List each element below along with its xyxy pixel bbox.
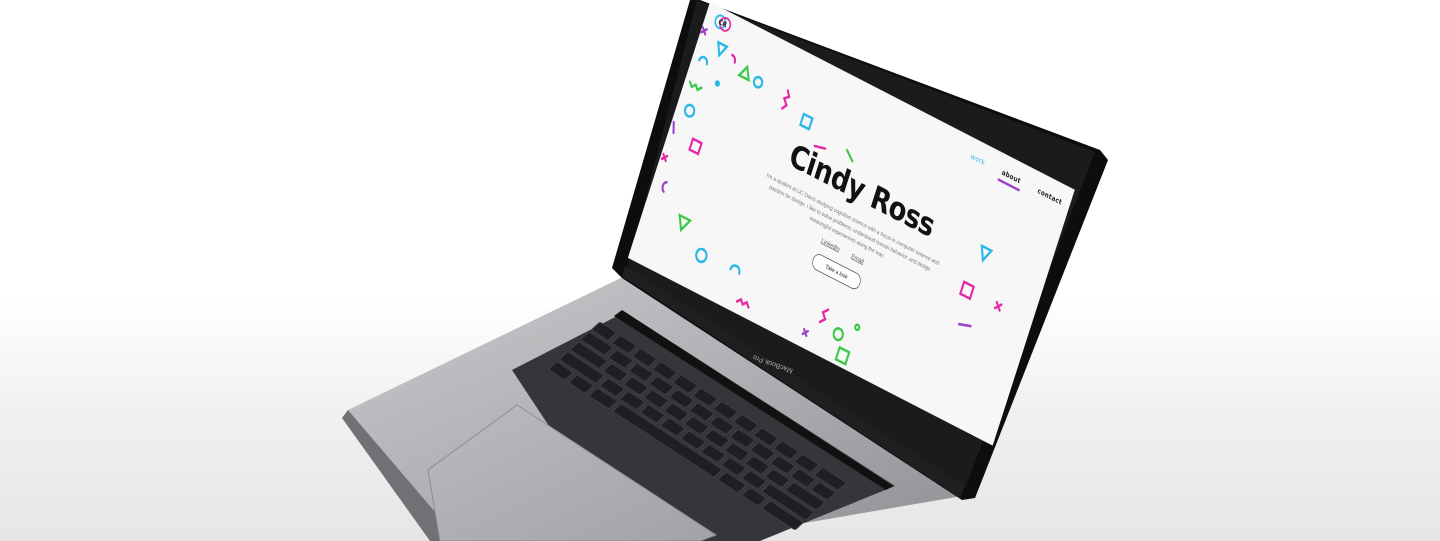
x-icon	[993, 300, 1003, 312]
line-icon	[845, 148, 854, 163]
arc-icon	[729, 264, 741, 275]
line-icon	[672, 120, 675, 135]
circle-icon	[832, 327, 844, 342]
triangle-icon	[737, 64, 750, 83]
square-icon	[958, 280, 976, 301]
laptop-scene: CR work about contact Cindy Ross I'm a s…	[0, 0, 1440, 541]
link-separator: ·	[843, 249, 848, 257]
zigzag-icon	[781, 89, 791, 110]
arc-icon	[698, 55, 709, 66]
dot-icon	[714, 80, 720, 87]
arc-icon	[731, 53, 737, 64]
square-icon	[799, 112, 814, 131]
triangle-icon	[717, 40, 729, 58]
x-icon	[801, 327, 809, 338]
arc-icon	[661, 180, 668, 193]
triangle-icon	[678, 213, 693, 233]
x-icon	[700, 26, 708, 36]
zigzag-icon	[735, 297, 750, 309]
zigzag-icon	[818, 308, 830, 324]
circle-icon	[752, 75, 764, 89]
square-icon	[834, 345, 851, 366]
dot-icon	[854, 323, 861, 332]
line-icon	[957, 322, 972, 328]
square-icon	[688, 137, 703, 156]
circle-icon	[695, 247, 708, 264]
